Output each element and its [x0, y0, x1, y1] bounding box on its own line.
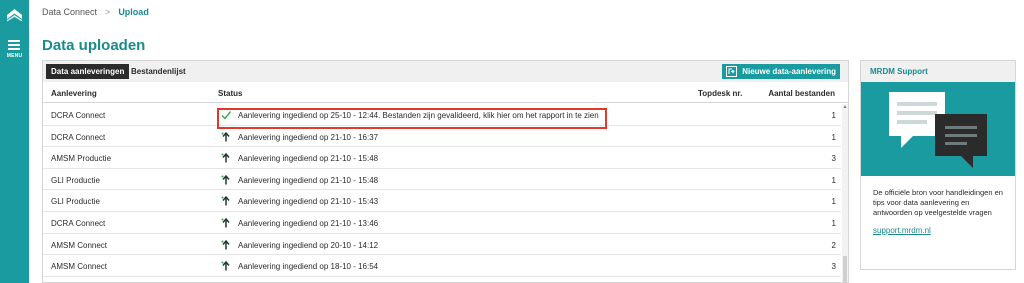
chevron-right-icon: >	[105, 7, 111, 17]
upload-arrow-icon	[221, 174, 230, 185]
table-row[interactable]: GLI Productie Aanlevering ingediend op 2…	[43, 169, 841, 191]
breadcrumb: Data Connect > Upload	[42, 7, 149, 17]
row-status: Aanlevering ingediend op 21-10 - 15:48	[238, 154, 379, 164]
row-aanlevering: GLI Productie	[51, 175, 100, 185]
upload-arrow-icon	[221, 153, 230, 163]
column-header-status[interactable]: Status	[218, 89, 242, 98]
table-scrollbar[interactable]: ▲	[842, 104, 848, 282]
new-delivery-button[interactable]: Nieuwe data-aanlevering	[722, 64, 840, 79]
table-row[interactable]: GLI Productie Aanlevering ingediend op 2…	[43, 190, 841, 212]
table-row[interactable]: DCRA Connect Aanlevering ingediend op 21…	[43, 126, 841, 148]
scrollbar-thumb[interactable]	[843, 256, 847, 282]
support-link[interactable]: support.mrdm.nl	[873, 226, 931, 235]
row-status: Aanlevering ingediend op 18-10 - 16:54	[238, 262, 379, 272]
row-status: Aanlevering ingediend op 21-10 - 15:43	[238, 197, 379, 207]
row-aanlevering: AMSM Productie	[51, 154, 112, 164]
breadcrumb-parent[interactable]: Data Connect	[42, 7, 97, 17]
column-header-aantal[interactable]: Aantal bestanden	[768, 89, 835, 98]
upload-arrow-icon	[221, 261, 230, 271]
upload-arrow-icon	[221, 239, 230, 250]
upload-arrow-icon	[221, 217, 230, 228]
table-row[interactable]: AMSM Productie Aanlevering ingediend op …	[43, 147, 841, 169]
new-delivery-icon	[726, 66, 738, 77]
table-row[interactable]: DCRA Connect Aanlevering ingediend op 21…	[43, 212, 841, 234]
new-delivery-label: Nieuwe data-aanlevering	[742, 67, 836, 76]
column-header-aanlevering[interactable]: Aanlevering	[51, 89, 97, 98]
upload-arrow-icon	[221, 196, 230, 206]
row-count: 3	[831, 154, 836, 164]
check-icon	[221, 111, 231, 120]
menu-label: MENU	[6, 53, 23, 59]
upload-arrow-icon	[221, 131, 230, 142]
support-description: De officiële bron voor handleidingen en …	[873, 188, 1003, 217]
row-aanlevering: DCRA Connect	[51, 132, 106, 142]
row-status: Aanlevering ingediend op 21-10 - 15:48	[238, 175, 379, 185]
row-count: 1	[831, 197, 836, 207]
table-row[interactable]: AMSM Connect Aanlevering ingediend op 20…	[43, 234, 841, 256]
row-status: Aanlevering ingediend op 20-10 - 14:12	[238, 240, 379, 250]
row-count: 1	[831, 111, 836, 120]
sidebar: MENU	[0, 0, 29, 283]
row-aanlevering: DCRA Connect	[51, 218, 106, 228]
row-status-link[interactable]: Aanlevering ingediend op 25-10 - 12:44. …	[238, 111, 599, 120]
table-header: Aanlevering Status Topdesk nr. Aantal be…	[43, 83, 848, 103]
row-status: Aanlevering ingediend op 21-10 - 16:37	[238, 132, 379, 142]
row-count: 1	[831, 218, 836, 228]
row-count: 1	[831, 132, 836, 142]
row-count: 3	[831, 262, 836, 272]
table-body: DCRA Connect Aanlevering ingediend op 25…	[43, 104, 841, 277]
table-row[interactable]: DCRA Connect Aanlevering ingediend op 25…	[43, 104, 841, 126]
uploads-panel: Data aanleveringen Bestandenlijst Nieuwe…	[42, 60, 849, 283]
table-row[interactable]: AMSM Connect Aanlevering ingediend op 18…	[43, 255, 841, 277]
breadcrumb-current: Upload	[118, 7, 149, 17]
panel-header: Data aanleveringen Bestandenlijst Nieuwe…	[43, 61, 848, 82]
page-title: Data uploaden	[42, 37, 146, 54]
menu-button[interactable]: MENU	[0, 36, 29, 62]
row-aanlevering: GLI Productie	[51, 197, 100, 207]
column-header-topdesk[interactable]: Topdesk nr.	[698, 89, 742, 98]
support-panel: MRDM Support De officiële bron voor hand…	[860, 60, 1016, 270]
chat-bubbles-illustration	[861, 82, 1015, 176]
mrdm-logo-icon[interactable]	[6, 8, 23, 22]
row-aanlevering: AMSM Connect	[51, 262, 108, 272]
row-count: 2	[831, 240, 836, 250]
hamburger-icon	[8, 40, 20, 52]
row-aanlevering: DCRA Connect	[51, 111, 106, 120]
tab-data-aanleveringen[interactable]: Data aanleveringen	[46, 64, 130, 79]
tab-bestandenlijst[interactable]: Bestandenlijst	[131, 64, 186, 79]
row-status: Aanlevering ingediend op 21-10 - 13:46	[238, 218, 379, 228]
support-title: MRDM Support	[861, 61, 1015, 82]
row-count: 1	[831, 175, 836, 185]
row-aanlevering: AMSM Connect	[51, 240, 108, 250]
scroll-up-icon[interactable]: ▲	[842, 104, 848, 111]
